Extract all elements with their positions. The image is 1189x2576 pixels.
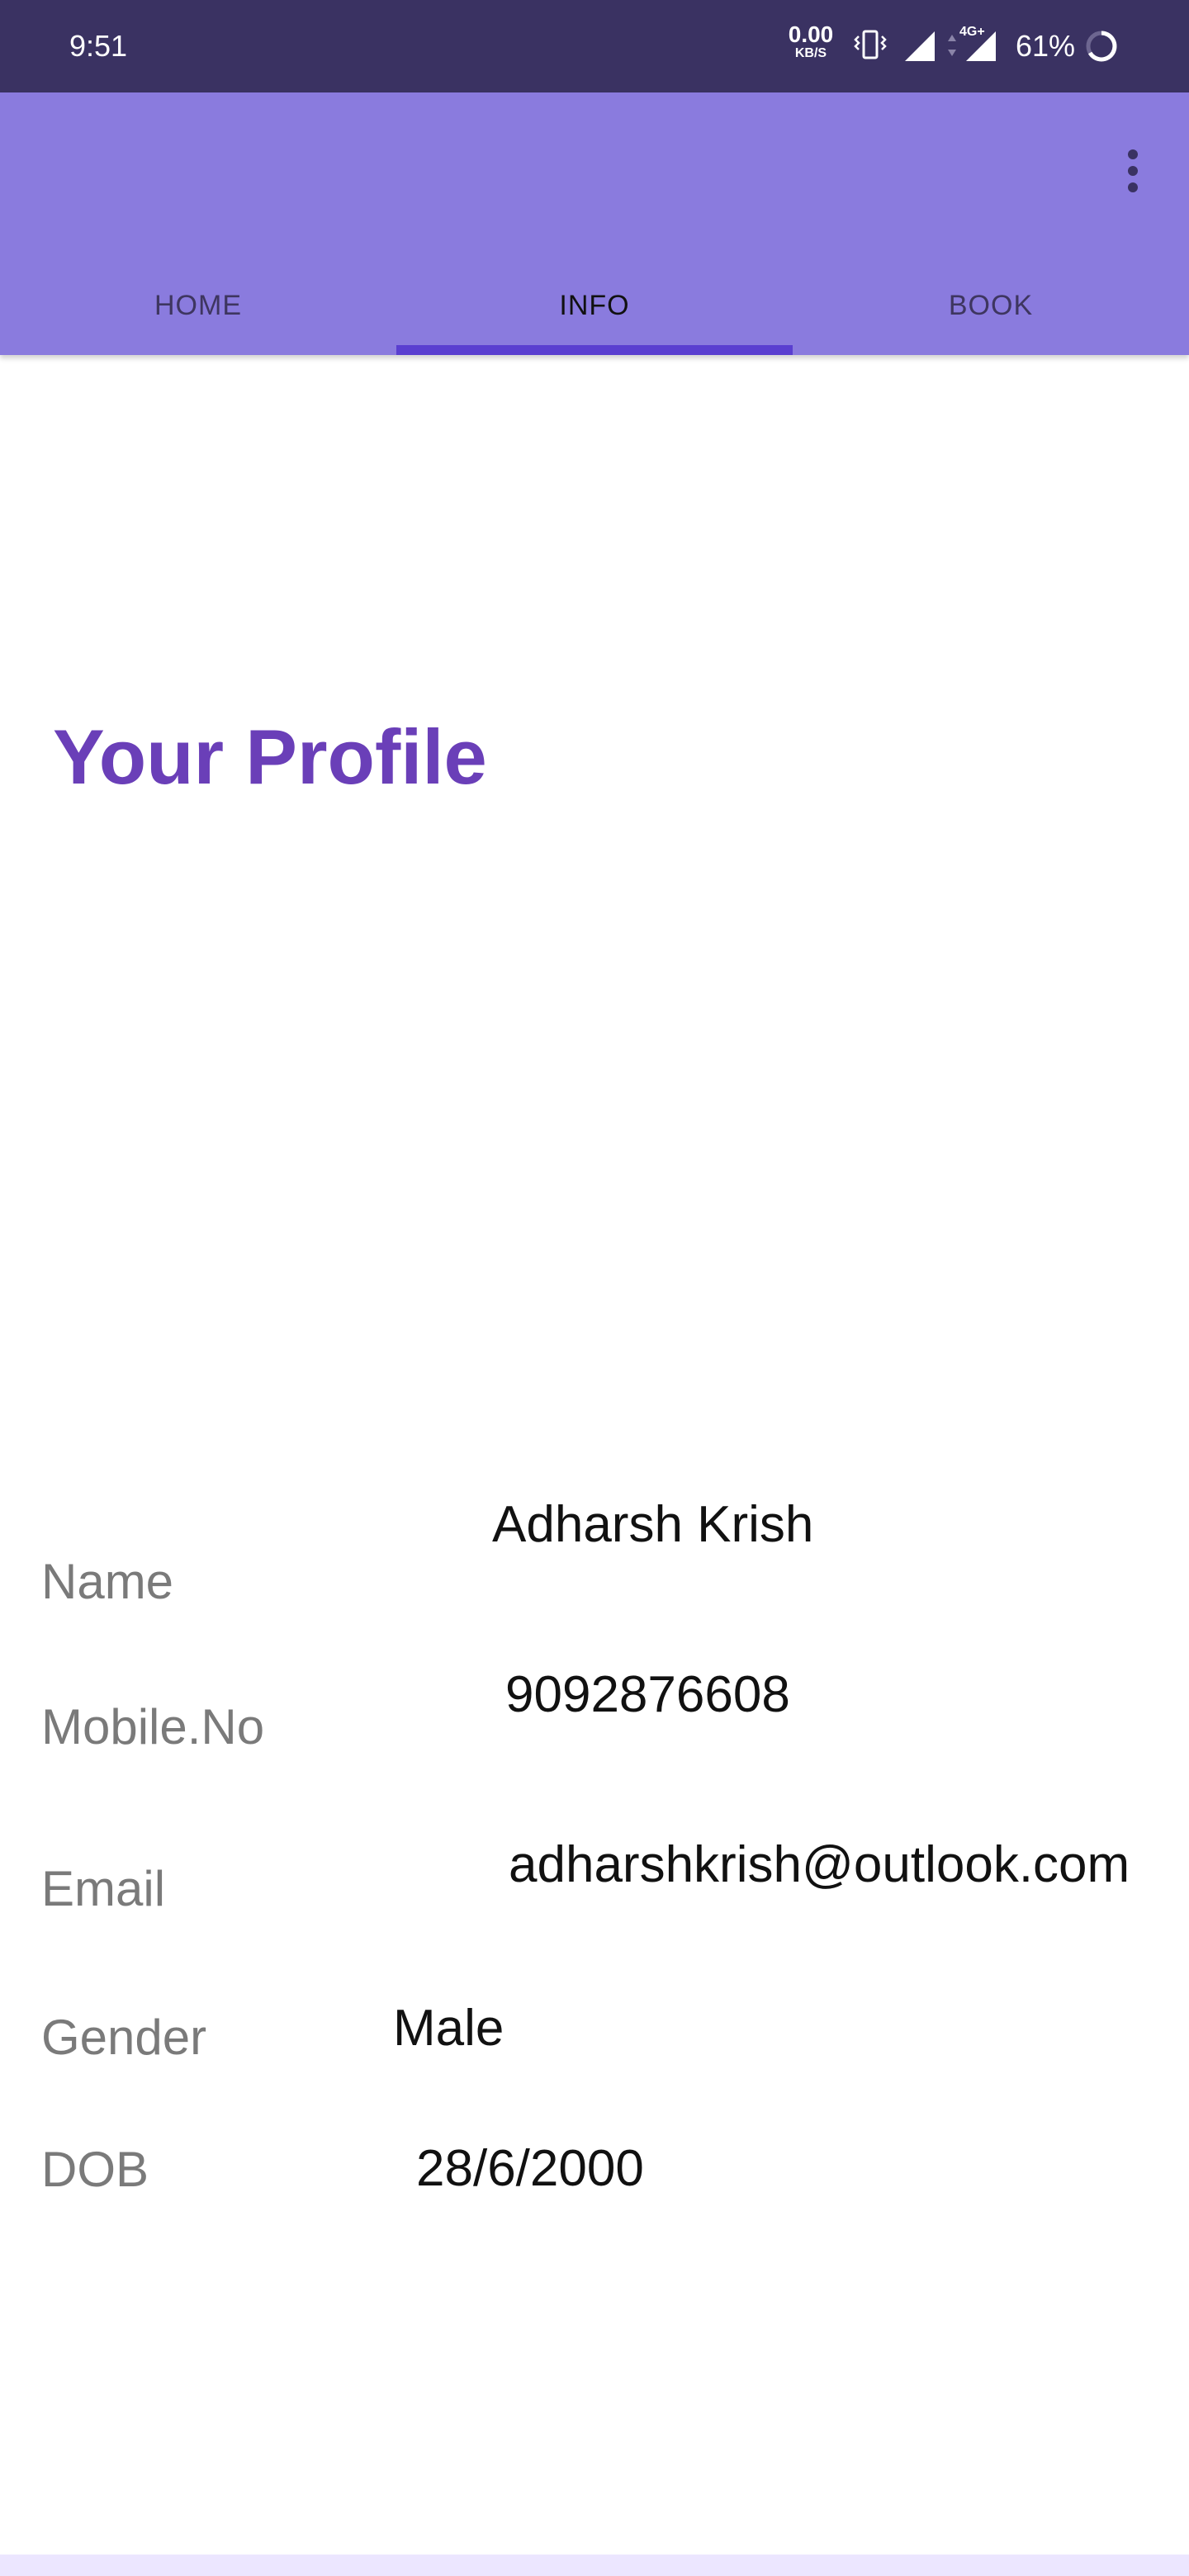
network-speed-unit: KB/S (794, 46, 827, 60)
status-time: 9:51 (69, 29, 128, 63)
tab-book[interactable]: BOOK (793, 256, 1189, 355)
battery-icon (1086, 31, 1117, 62)
page-title: Your Profile (53, 713, 487, 800)
gender-value: Male (393, 2000, 504, 2057)
name-value: Adharsh Krish (492, 1496, 814, 1553)
email-value: adharshkrish@outlook.com (509, 1836, 1130, 1893)
tab-indicator (396, 345, 793, 355)
more-vert-icon[interactable] (1113, 135, 1153, 206)
gender-label: Gender (41, 2010, 207, 2065)
tab-bar: HOME INFO BOOK (0, 256, 1189, 355)
battery-percentage: 61% (1016, 29, 1076, 63)
screen: 9:51 0.00 KB/S 4G+ 61% HOME INFO BOOK Yo… (0, 0, 1189, 2576)
data-activity-icon (948, 35, 956, 56)
status-bar: 9:51 0.00 KB/S 4G+ 61% (0, 0, 1189, 92)
email-label: Email (41, 1861, 166, 1916)
dob-value: 28/6/2000 (416, 2140, 644, 2197)
name-label: Name (41, 1554, 174, 1609)
mobile-value: 9092876608 (505, 1666, 790, 1723)
network-speed: 0.00 KB/S (784, 23, 837, 61)
tab-info[interactable]: INFO (396, 256, 793, 355)
dob-label: DOB (41, 2142, 149, 2197)
network-speed-value: 0.00 (788, 21, 834, 47)
bottom-strip (0, 2555, 1189, 2576)
mobile-label: Mobile.No (41, 1699, 265, 1754)
signal-strength-icon (905, 31, 935, 61)
mobile-signal-icon (966, 31, 996, 61)
tab-home[interactable]: HOME (0, 256, 396, 355)
vibrate-icon (854, 30, 887, 59)
app-bar: HOME INFO BOOK (0, 92, 1189, 355)
